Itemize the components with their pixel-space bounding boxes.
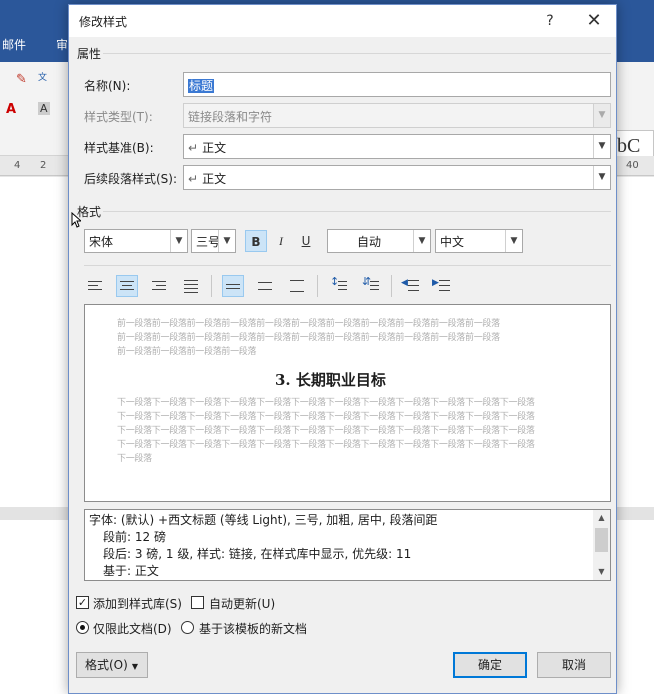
preview-previous-line: 前一段落前一段落前一段落前一段落前一段落前一段落前一段落前一段落前一段落前一段落… bbox=[117, 333, 500, 343]
tab-review[interactable]: 审 bbox=[56, 36, 68, 53]
style-preview: 前一段落前一段落前一段落前一段落前一段落前一段落前一段落前一段落前一段落前一段落… bbox=[84, 304, 611, 502]
description-line: 基于: 正文 bbox=[103, 564, 159, 578]
only-this-doc-radio[interactable] bbox=[76, 621, 89, 634]
ok-button[interactable]: 确定 bbox=[453, 652, 527, 678]
properties-group-label: 属性 bbox=[77, 47, 102, 61]
close-button[interactable]: ✕ bbox=[579, 8, 609, 34]
auto-update-label[interactable]: 自动更新(U) bbox=[209, 595, 275, 612]
increase-indent-icon[interactable]: ▶ bbox=[431, 275, 453, 297]
style-type-select: 链接段落和字符 ▼ bbox=[183, 103, 611, 128]
dialog-titlebar: 修改样式 ? ✕ bbox=[69, 5, 616, 37]
chevron-down-icon[interactable]: ▼ bbox=[218, 230, 235, 252]
ruler-label: 4 bbox=[14, 160, 21, 171]
add-to-gallery-label[interactable]: 添加到样式库(S) bbox=[93, 595, 182, 612]
dialog-title: 修改样式 bbox=[79, 15, 128, 29]
font-size-select[interactable]: 三号 ▼ bbox=[191, 229, 236, 253]
double-spacing-icon[interactable] bbox=[286, 275, 308, 297]
language-value: 中文 bbox=[440, 235, 465, 249]
align-right-icon[interactable] bbox=[148, 275, 170, 297]
separator bbox=[211, 275, 212, 297]
chevron-down-icon[interactable]: ▼ bbox=[505, 230, 522, 252]
name-input[interactable]: 标题 bbox=[183, 72, 611, 97]
auto-update-checkbox[interactable] bbox=[191, 596, 204, 609]
name-value: 标题 bbox=[188, 79, 215, 93]
paragraph-mark-icon: ↵ bbox=[188, 172, 199, 186]
preview-next-line: 下一段落 bbox=[117, 454, 152, 464]
scroll-down-icon[interactable]: ▼ bbox=[593, 564, 610, 580]
style-type-label: 样式类型(T): bbox=[84, 110, 153, 124]
modify-style-dialog: 修改样式 ? ✕ 属性 名称(N): 标题 样式类型(T): 链接段落和字符 ▼ … bbox=[68, 4, 617, 694]
paragraph-mark-icon: ↵ bbox=[188, 141, 199, 155]
next-style-label: 后续段落样式(S): bbox=[84, 172, 178, 186]
preview-next-line: 下一段落下一段落下一段落下一段落下一段落下一段落下一段落下一段落下一段落下一段落… bbox=[117, 440, 535, 450]
font-color-value: 自动 bbox=[356, 235, 381, 249]
format-button[interactable]: 格式(O) ▼ bbox=[76, 652, 148, 678]
style-description: 字体: (默认) +西文标题 (等线 Light), 三号, 加粗, 居中, 段… bbox=[84, 509, 611, 581]
chevron-down-icon[interactable]: ▼ bbox=[593, 135, 610, 158]
divider bbox=[103, 53, 611, 54]
tab-mailings[interactable]: 邮件 bbox=[2, 36, 26, 53]
only-this-doc-label[interactable]: 仅限此文档(D) bbox=[93, 620, 172, 637]
preview-next-line: 下一段落下一段落下一段落下一段落下一段落下一段落下一段落下一段落下一段落下一段落… bbox=[117, 412, 535, 422]
divider bbox=[103, 211, 611, 212]
description-line: 字体: (默认) +西文标题 (等线 Light), 三号, 加粗, 居中, 段… bbox=[89, 513, 438, 527]
space-after-icon[interactable]: ⇵ bbox=[360, 275, 382, 297]
italic-button[interactable]: I bbox=[270, 230, 292, 252]
space-before-icon[interactable]: ↕ bbox=[328, 275, 350, 297]
underline-button[interactable]: U bbox=[295, 230, 317, 252]
align-center-icon[interactable] bbox=[116, 275, 138, 297]
preview-next-line: 下一段落下一段落下一段落下一段落下一段落下一段落下一段落下一段落下一段落下一段落… bbox=[117, 426, 535, 436]
language-select[interactable]: 中文 ▼ bbox=[435, 229, 523, 253]
font-color-icon[interactable]: A bbox=[6, 102, 16, 117]
pinyin-icon[interactable]: 文 bbox=[38, 70, 47, 83]
name-label: 名称(N): bbox=[84, 79, 131, 93]
mouse-cursor-icon bbox=[71, 212, 81, 228]
scroll-up-icon[interactable]: ▲ bbox=[593, 510, 610, 526]
ruler-label: 40 bbox=[626, 160, 639, 171]
font-name-value: 宋体 bbox=[89, 235, 114, 249]
ruler-label: 2 bbox=[40, 160, 47, 171]
eraser-icon[interactable]: ✎ bbox=[16, 72, 27, 87]
chevron-down-icon[interactable]: ▼ bbox=[170, 230, 187, 252]
preview-previous-line: 前一段落前一段落前一段落前一段落前一段落前一段落前一段落前一段落前一段落前一段落… bbox=[117, 319, 500, 329]
divider bbox=[84, 265, 611, 266]
new-docs-template-radio[interactable] bbox=[181, 621, 194, 634]
description-line: 段前: 12 磅 bbox=[103, 530, 166, 544]
font-name-select[interactable]: 宋体 ▼ bbox=[84, 229, 188, 253]
style-based-label: 样式基准(B): bbox=[84, 141, 154, 155]
char-shading-icon[interactable]: A bbox=[38, 102, 50, 115]
style-based-select[interactable]: ↵ 正文 ▼ bbox=[183, 134, 611, 159]
single-spacing-icon[interactable] bbox=[222, 275, 244, 297]
align-left-icon[interactable] bbox=[84, 275, 106, 297]
add-to-gallery-checkbox[interactable]: ✓ bbox=[76, 596, 89, 609]
decrease-indent-icon[interactable]: ◀ bbox=[400, 275, 422, 297]
chevron-down-icon: ▼ bbox=[593, 104, 610, 127]
preview-heading: 3. 长期职业目标 bbox=[275, 371, 386, 389]
description-line: 段后: 3 磅, 1 级, 样式: 链接, 在样式库中显示, 优先级: 11 bbox=[103, 547, 412, 561]
preview-next-line: 下一段落下一段落下一段落下一段落下一段落下一段落下一段落下一段落下一段落下一段落… bbox=[117, 398, 535, 408]
format-button-label: 格式(O) bbox=[85, 658, 128, 672]
next-style-value: 正文 bbox=[202, 172, 227, 186]
cancel-button[interactable]: 取消 bbox=[537, 652, 611, 678]
chevron-down-icon[interactable]: ▼ bbox=[593, 166, 610, 189]
separator bbox=[391, 275, 392, 297]
font-size-value: 三号 bbox=[196, 235, 221, 249]
separator bbox=[317, 275, 318, 297]
bold-button[interactable]: B bbox=[245, 230, 267, 252]
chevron-down-icon: ▼ bbox=[131, 662, 138, 671]
one-half-spacing-icon[interactable] bbox=[254, 275, 276, 297]
font-color-select[interactable]: 自动 ▼ bbox=[327, 229, 431, 253]
chevron-down-icon[interactable]: ▼ bbox=[413, 230, 430, 252]
help-button[interactable]: ? bbox=[539, 10, 561, 32]
next-style-select[interactable]: ↵ 正文 ▼ bbox=[183, 165, 611, 190]
style-type-value: 链接段落和字符 bbox=[188, 110, 273, 124]
style-based-value: 正文 bbox=[202, 141, 227, 155]
new-docs-template-label[interactable]: 基于该模板的新文档 bbox=[199, 620, 307, 637]
justify-icon[interactable] bbox=[180, 275, 202, 297]
description-scrollbar[interactable]: ▲ ▼ bbox=[593, 510, 610, 580]
scroll-thumb[interactable] bbox=[595, 528, 608, 552]
preview-previous-line: 前一段落前一段落前一段落前一段落 bbox=[117, 347, 257, 357]
